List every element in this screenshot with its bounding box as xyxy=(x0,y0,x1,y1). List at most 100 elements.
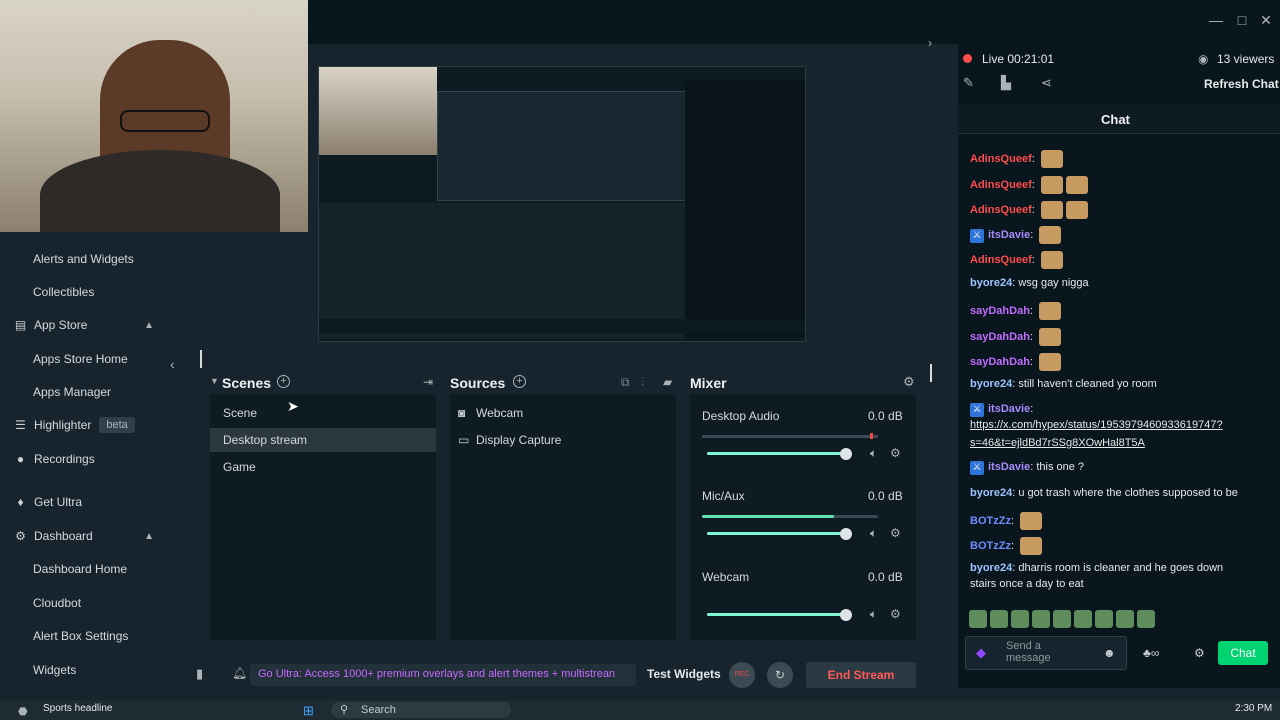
emote-icon[interactable] xyxy=(969,610,987,628)
volume-slider[interactable] xyxy=(707,613,851,616)
end-stream-button[interactable]: End Stream xyxy=(806,662,916,688)
test-widgets-button[interactable]: Test Widgets xyxy=(647,667,721,681)
chat-username[interactable]: byore24 xyxy=(970,277,1012,289)
bits-icon[interactable]: ◆ xyxy=(976,645,986,661)
chat-emote-icon xyxy=(1039,302,1062,320)
chat-link[interactable]: https://x.com/hypex/status/1953979460933… xyxy=(970,419,1223,431)
close-icon[interactable]: ✕ xyxy=(1256,12,1276,29)
volume-slider[interactable] xyxy=(707,532,851,535)
source-item[interactable]: Webcam xyxy=(476,406,523,420)
sidebar-item-highlighter[interactable]: ☰ Highlighter beta xyxy=(0,410,166,440)
speaker-icon[interactable]: 🔈︎ xyxy=(870,446,877,461)
chat-username[interactable]: byore24 xyxy=(970,378,1012,390)
sidebar-item-cloudbot[interactable]: Cloudbot xyxy=(0,588,166,618)
chat-username[interactable]: itsDavie xyxy=(988,229,1030,241)
add-source-icon[interactable]: + xyxy=(513,375,526,388)
add-scene-icon[interactable]: + xyxy=(277,375,290,388)
scene-item[interactable]: Scene xyxy=(223,406,257,420)
share-icon[interactable]: ⋖ xyxy=(1041,75,1052,91)
sidebar-item-recordings[interactable]: ● Recordings xyxy=(0,444,166,474)
sidebar-item-get-ultra[interactable]: ♦ Get Ultra xyxy=(0,487,166,517)
clip-icon[interactable]: ▙ xyxy=(1001,75,1011,91)
chat-username[interactable]: sayDahDah xyxy=(970,331,1030,343)
promo-text[interactable]: Go Ultra: Access 1000+ premium overlays … xyxy=(258,668,634,680)
chat-username[interactable]: sayDahDah xyxy=(970,305,1030,317)
link-icon[interactable]: ⫶ xyxy=(641,375,644,390)
collapse-chat-icon[interactable]: › xyxy=(928,36,932,50)
group-icon[interactable]: ⧉ xyxy=(621,375,630,390)
stats-icon[interactable]: ▮ xyxy=(196,666,203,682)
maximize-icon[interactable]: □ xyxy=(1232,12,1252,28)
folder-icon[interactable]: ▰ xyxy=(663,375,672,389)
emote-icon[interactable] xyxy=(1137,610,1155,628)
scene-transition-icon[interactable]: ⇥ xyxy=(423,375,433,389)
chat-username[interactable]: byore24 xyxy=(970,562,1012,574)
chat-username[interactable]: AdinsQueef xyxy=(970,179,1032,191)
emoji-icon[interactable]: ☻ xyxy=(1103,646,1116,660)
sidebar-item-widgets[interactable]: Widgets xyxy=(0,655,166,685)
emote-icon[interactable] xyxy=(1011,610,1029,628)
volume-slider-knob[interactable] xyxy=(840,528,852,540)
sidebar-item-collectibles[interactable]: Collectibles xyxy=(0,277,166,307)
chat-input-placeholder[interactable]: Send a message xyxy=(1006,640,1086,664)
chat-emote-icon xyxy=(1039,328,1062,346)
sidebar-item-app-store[interactable]: ▤ App Store ▲ xyxy=(0,310,166,340)
scene-item[interactable]: Game xyxy=(223,460,256,474)
chat-username[interactable]: BOTzZz xyxy=(970,515,1011,527)
sidebar-item-alert-box-settings[interactable]: Alert Box Settings xyxy=(0,621,166,651)
sidebar-item-apps-manager[interactable]: Apps Manager xyxy=(0,377,166,407)
rec-button[interactable]: REC xyxy=(729,662,755,688)
news-widget[interactable]: Sports headline xyxy=(43,703,113,714)
emote-icon[interactable] xyxy=(1053,610,1071,628)
channel-settings-icon[interactable]: ⚙ xyxy=(890,526,901,540)
chevron-down-icon[interactable]: ▼ xyxy=(210,376,219,386)
emote-icon[interactable] xyxy=(1116,610,1134,628)
chat-username[interactable]: AdinsQueef xyxy=(970,204,1032,216)
speaker-icon[interactable]: 🔈︎ xyxy=(870,526,877,541)
taskbar-search[interactable] xyxy=(331,702,511,718)
sidebar-item-dashboard-home[interactable]: Dashboard Home xyxy=(0,554,166,584)
channel-points-icon[interactable]: ♣∞ xyxy=(1143,646,1159,660)
chat-username[interactable]: itsDavie xyxy=(988,461,1030,473)
speaker-icon[interactable]: 🔈︎ xyxy=(870,607,877,622)
emote-icon[interactable] xyxy=(1074,610,1092,628)
volume-slider[interactable] xyxy=(707,452,851,455)
channel-settings-icon[interactable]: ⚙ xyxy=(890,607,901,621)
edit-icon[interactable]: ✎ xyxy=(963,75,974,91)
emote-icon[interactable] xyxy=(1032,610,1050,628)
chat-text: this one ? xyxy=(1036,461,1085,473)
chat-username[interactable]: byore24 xyxy=(970,487,1012,499)
drag-handle[interactable] xyxy=(930,364,932,382)
channel-settings-icon[interactable]: ⚙ xyxy=(890,446,901,460)
chat-username[interactable]: sayDahDah xyxy=(970,356,1030,368)
chat-username[interactable]: itsDavie xyxy=(988,403,1030,415)
windows-start-icon[interactable]: ⊞ xyxy=(303,703,314,719)
sidebar-item-apps-store-home[interactable]: Apps Store Home xyxy=(0,344,166,374)
replay-icon[interactable]: ↻ xyxy=(767,662,793,688)
mixer-settings-icon[interactable]: ⚙ xyxy=(903,374,915,390)
collapse-sidebar-icon[interactable]: ‹ xyxy=(170,356,175,372)
chat-username[interactable]: BOTzZz xyxy=(970,540,1011,552)
chat-send-button[interactable]: Chat xyxy=(1218,641,1268,665)
minimize-icon[interactable]: — xyxy=(1206,12,1226,28)
refresh-chat-button[interactable]: Refresh Chat xyxy=(1204,77,1279,91)
chat-link[interactable]: s=46&t=ejldBd7rSSg8XOwHal8T5A xyxy=(970,437,1145,449)
taskbar-search-text: Search xyxy=(361,704,396,716)
sidebar-item-dashboard[interactable]: ⚙ Dashboard ▲ xyxy=(0,521,166,551)
emote-icon[interactable] xyxy=(990,610,1008,628)
source-item[interactable]: Display Capture xyxy=(476,433,561,447)
chat-message: ⚔ itsDavie: this one ? xyxy=(970,461,1084,475)
chat-emote-icon xyxy=(1039,226,1062,244)
volume-slider-knob[interactable] xyxy=(840,609,852,621)
emote-icon[interactable] xyxy=(1095,610,1113,628)
chat-emote-icon xyxy=(1020,537,1043,555)
chat-username[interactable]: AdinsQueef xyxy=(970,153,1032,165)
chat-settings-icon[interactable]: ⚙ xyxy=(1194,646,1205,660)
scene-item[interactable]: Desktop stream xyxy=(223,433,307,447)
chat-username[interactable]: AdinsQueef xyxy=(970,254,1032,266)
notification-icon[interactable]: 🔔︎ xyxy=(232,666,247,680)
drag-handle[interactable] xyxy=(200,350,202,368)
volume-slider-knob[interactable] xyxy=(840,448,852,460)
chat-emote-icon xyxy=(1040,176,1063,194)
sidebar-item-alerts-widgets[interactable]: Alerts and Widgets xyxy=(0,244,166,274)
